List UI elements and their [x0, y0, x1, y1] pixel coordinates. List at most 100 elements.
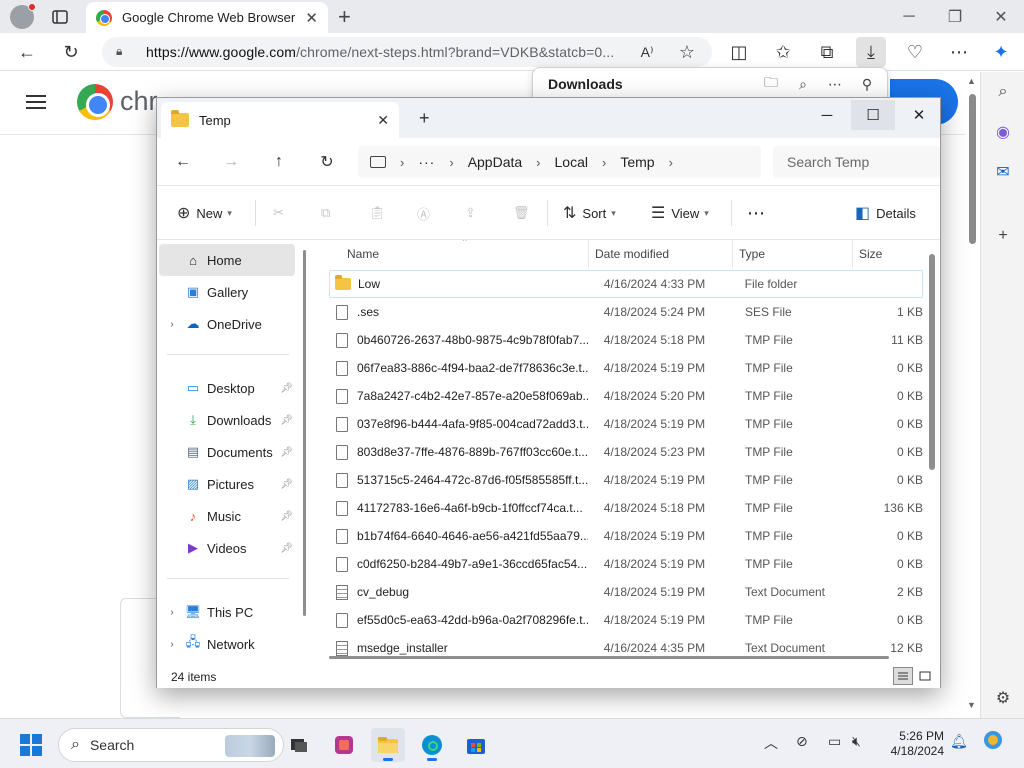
nav-item-documents[interactable]: ▤ Documents 📌︎ — [159, 436, 295, 468]
file-row[interactable]: cv_debug 4/18/2024 5:19 PM Text Document 2 … — [329, 578, 923, 606]
explorer-new-tab-button[interactable]: + — [419, 108, 430, 129]
breadcrumb-local[interactable]: Local — [555, 154, 588, 170]
sort-button[interactable]: ⇅ Sort ▾ — [563, 200, 616, 226]
details-button[interactable]: ◧ Details — [855, 200, 916, 226]
scroll-up-arrow-icon[interactable]: ▲ — [967, 76, 976, 86]
lock-icon[interactable]: 🔒︎ — [116, 44, 132, 60]
file-row[interactable]: 0b460726-2637-48b0-9875-4c9b78f0fab7....… — [329, 326, 923, 354]
explorer-up-icon[interactable]: ↑ — [267, 150, 291, 174]
explorer-tab[interactable]: Temp ✕ — [161, 102, 399, 138]
scroll-down-arrow-icon[interactable]: ▼ — [967, 700, 976, 710]
nav-item-pictures[interactable]: ▨ Pictures 📌︎ — [159, 468, 295, 500]
taskbar-search-box[interactable]: ⌕ Search — [58, 728, 284, 762]
explorer-back-icon[interactable]: ← — [171, 150, 195, 174]
pin-icon[interactable]: ⚲ — [857, 74, 877, 94]
file-row[interactable]: 06f7ea83-886c-4f94-baa2-de7f78636c3e.t..… — [329, 354, 923, 382]
open-folder-icon[interactable]: 🗀︎ — [761, 74, 781, 94]
chevron-right-icon[interactable]: › — [159, 607, 185, 618]
file-row[interactable]: Low 4/16/2024 4:33 PM File folder — [329, 270, 923, 298]
file-list-vertical-scroll-thumb[interactable] — [929, 254, 935, 470]
file-row[interactable]: 41172783-16e6-4a6f-b9cb-1f0ffccf74ca.t..… — [329, 494, 923, 522]
windows-start-icon[interactable] — [20, 734, 42, 756]
new-tab-button[interactable]: + — [338, 4, 351, 30]
pin-icon[interactable]: 📌︎ — [280, 383, 293, 394]
file-row[interactable]: 513715c5-2464-472c-87d6-f05f585585ff.t..… — [329, 466, 923, 494]
favorites-icon[interactable]: ✩ — [768, 37, 798, 67]
search-input[interactable]: Search Temp — [773, 146, 940, 178]
column-header-type[interactable]: Type — [733, 240, 853, 268]
explorer-refresh-icon[interactable]: ↻ — [315, 150, 339, 174]
copilot-icon[interactable]: ✦ — [986, 37, 1016, 67]
browser-essentials-icon[interactable]: ♡ — [900, 37, 930, 67]
file-explorer-taskbar-icon[interactable] — [371, 728, 405, 762]
computer-icon[interactable] — [370, 156, 386, 168]
nav-item-gallery[interactable]: ▣ Gallery — [159, 276, 295, 308]
edge-taskbar-icon[interactable] — [415, 728, 449, 762]
restore-button[interactable]: ❐ — [932, 0, 978, 33]
rename-icon[interactable]: Ⓐ — [417, 200, 430, 226]
explorer-maximize-button[interactable]: ☐ — [851, 100, 895, 130]
nav-item-onedrive[interactable]: › ☁ OneDrive — [159, 308, 295, 340]
sidebar-settings-gear-icon[interactable]: ⚙ — [993, 688, 1013, 708]
read-aloud-icon[interactable]: A⁾ — [632, 37, 662, 67]
breadcrumb-chevron-icon[interactable]: › — [669, 155, 673, 170]
task-view-icon[interactable] — [282, 728, 316, 762]
nav-item-downloads[interactable]: ⤓ Downloads 📌︎ — [159, 404, 295, 436]
large-icons-view-icon[interactable] — [915, 667, 935, 685]
nav-item-network[interactable]: › 🖧︎ Network — [159, 628, 295, 660]
nav-item-music[interactable]: ♪ Music 📌︎ — [159, 500, 295, 532]
breadcrumb-temp[interactable]: Temp — [620, 154, 654, 170]
network-offline-icon[interactable]: ⊘ — [796, 733, 808, 750]
pin-icon[interactable]: 📌︎ — [280, 479, 293, 490]
show-hidden-icons-icon[interactable]: ︿ — [764, 733, 778, 753]
breadcrumb-appdata[interactable]: AppData — [468, 154, 522, 170]
explorer-close-button[interactable]: ✕ — [897, 100, 941, 130]
pin-icon[interactable]: 📌︎ — [280, 415, 293, 426]
column-header-name[interactable]: ⌃ Name — [313, 240, 589, 268]
copilot-taskbar-icon[interactable] — [327, 728, 361, 762]
explorer-minimize-button[interactable]: ─ — [805, 100, 849, 130]
pin-icon[interactable]: 📌︎ — [280, 511, 293, 522]
display-icon[interactable]: ▭ — [828, 733, 841, 750]
copilot-preview-icon[interactable] — [982, 729, 1004, 754]
column-header-size[interactable]: Size — [853, 240, 923, 268]
breadcrumb[interactable]: › ··· › AppData › Local › Temp › — [358, 146, 761, 178]
close-explorer-tab-icon[interactable]: ✕ — [377, 112, 389, 129]
pin-icon[interactable]: 📌︎ — [280, 447, 293, 458]
refresh-icon[interactable]: ↻ — [56, 37, 86, 67]
pin-icon[interactable]: 📌︎ — [280, 543, 293, 554]
explorer-forward-icon[interactable]: → — [219, 150, 243, 174]
file-row[interactable]: 803d8e37-7ffe-4876-889b-767ff03cc60e.t..… — [329, 438, 923, 466]
file-row[interactable]: c0df6250-b284-49b7-a9e1-36ccd65fac54....… — [329, 550, 923, 578]
favorite-star-icon[interactable]: ☆ — [672, 37, 702, 67]
downloads-more-icon[interactable]: ⋯ — [825, 74, 845, 94]
collections-icon[interactable]: ⧉ — [812, 37, 842, 67]
page-scrollbar[interactable]: ▲ ▼ — [965, 72, 980, 718]
sidebar-outlook-icon[interactable]: ✉ — [993, 162, 1013, 182]
search-downloads-icon[interactable]: ⌕ — [793, 74, 813, 94]
view-button[interactable]: ☰ View ▾ — [651, 200, 709, 226]
copy-icon[interactable]: ⧉ — [321, 200, 330, 226]
chevron-right-icon[interactable]: › — [159, 639, 185, 650]
see-more-icon[interactable]: ⋯ — [747, 200, 765, 226]
close-window-button[interactable]: ✕ — [978, 0, 1024, 33]
new-button[interactable]: ⊕ New ▾ — [177, 200, 232, 226]
page-scroll-thumb[interactable] — [969, 94, 976, 244]
file-row[interactable]: .ses 4/18/2024 5:24 PM SES File 1 KB — [329, 298, 923, 326]
profile-avatar[interactable] — [10, 3, 36, 29]
downloads-icon[interactable]: ⤓ — [856, 37, 886, 67]
sidebar-add-icon[interactable]: + — [993, 226, 1013, 246]
store-taskbar-icon[interactable] — [459, 728, 493, 762]
minimize-button[interactable]: ─ — [886, 0, 932, 33]
more-options-icon[interactable]: ⋯ — [944, 37, 974, 67]
paste-icon[interactable]: 📋︎ — [369, 200, 386, 226]
nav-item-videos[interactable]: ▶ Videos 📌︎ — [159, 532, 295, 564]
delete-icon[interactable]: 🗑︎ — [513, 200, 530, 226]
volume-icon[interactable]: 🔇︎ — [852, 733, 861, 750]
column-header-date-modified[interactable]: Date modified — [589, 240, 733, 268]
close-tab-icon[interactable]: ✕ — [305, 9, 318, 27]
address-bar[interactable]: 🔒︎ https://www.google.com/chrome/next-st… — [102, 37, 712, 67]
share-icon[interactable]: ⇪ — [465, 200, 476, 226]
nav-item-this-pc[interactable]: › 🖥︎ This PC — [159, 596, 295, 628]
nav-scroll-thumb[interactable] — [303, 250, 306, 616]
